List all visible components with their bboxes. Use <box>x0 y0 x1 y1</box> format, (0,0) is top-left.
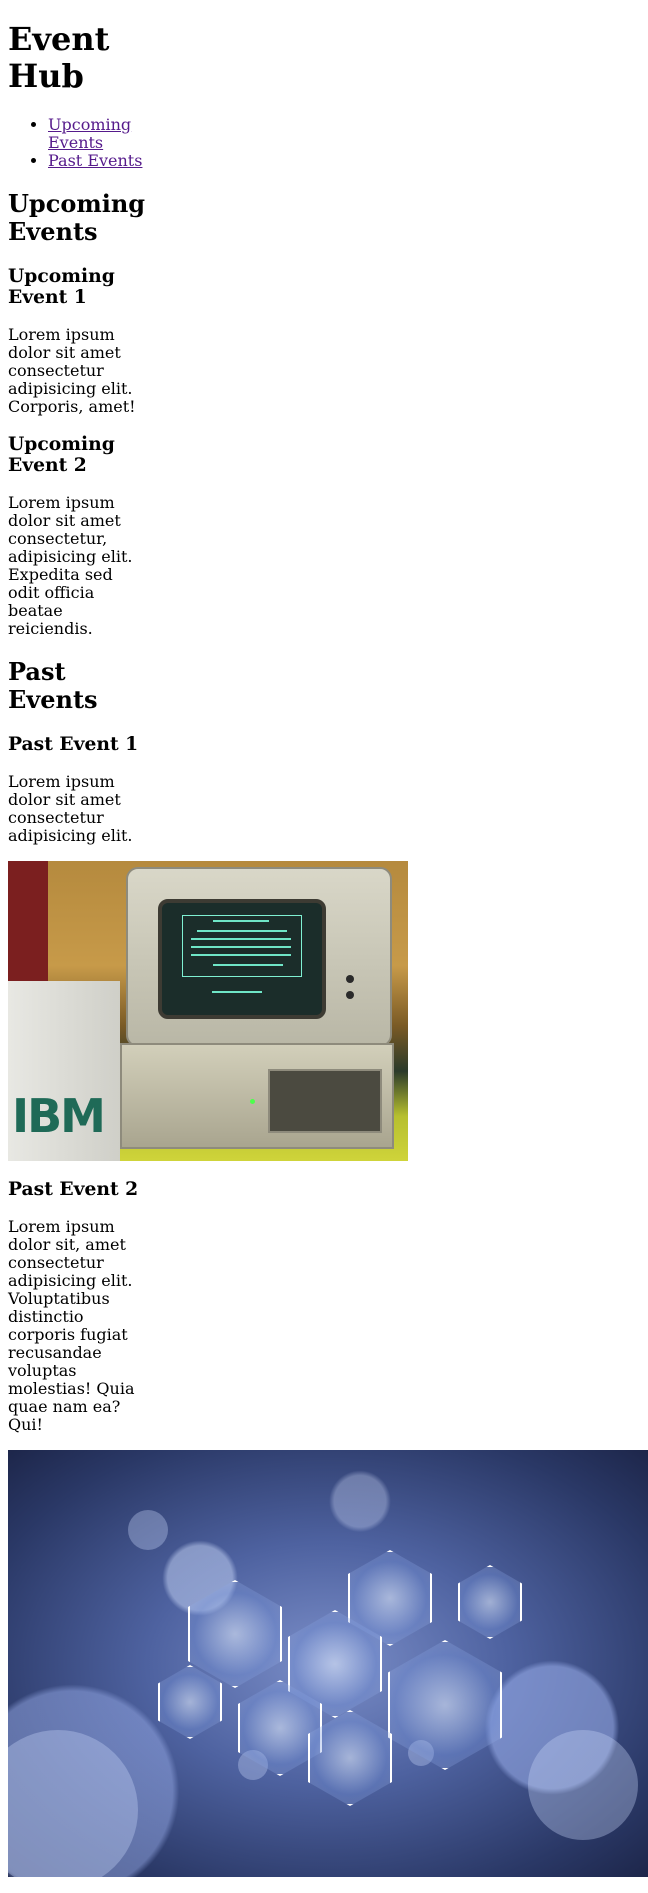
screen-line <box>197 930 287 932</box>
past-event-1-image: IBM <box>8 861 408 1161</box>
event-description: Lorem ipsum dolor sit, amet consectetur … <box>8 1217 135 1434</box>
hexagon-shape <box>388 1640 502 1770</box>
upcoming-event-card: Upcoming Event 2 Lorem ipsum dolor sit a… <box>8 434 144 638</box>
bokeh-bubble <box>8 1730 138 1877</box>
site-title: Event Hub <box>8 20 110 95</box>
hexagon-shape <box>188 1580 282 1688</box>
event-title: Past Event 1 <box>8 733 139 755</box>
event-title: Upcoming Event 1 <box>8 265 115 308</box>
upcoming-events-section: Upcoming Events Upcoming Event 1 Lorem i… <box>8 189 146 638</box>
ibm-logo: IBM <box>12 1089 106 1143</box>
floppy-drive <box>268 1069 382 1133</box>
nav-item-upcoming: Upcoming Events <box>48 116 144 152</box>
screen-line <box>213 920 269 922</box>
nav-link-past-events[interactable]: Past Events <box>48 151 142 170</box>
past-events-section: Past Events Past Event 1 Lorem ipsum dol… <box>8 658 144 845</box>
nav-link-upcoming-events[interactable]: Upcoming Events <box>48 115 131 152</box>
power-led <box>250 1099 255 1104</box>
past-event-card: Past Event 1 Lorem ipsum dolor sit amet … <box>8 734 144 845</box>
upcoming-event-card: Upcoming Event 1 Lorem ipsum dolor sit a… <box>8 266 144 416</box>
screen-line <box>191 954 291 956</box>
content-column: Past Event 2 Lorem ipsum dolor sit, amet… <box>8 1179 144 1434</box>
screen-text-box <box>182 915 302 977</box>
screen-line <box>213 964 283 966</box>
main-nav: Upcoming Events Past Events <box>8 116 144 170</box>
computer-monitor <box>126 867 392 1047</box>
event-title: Upcoming Event 2 <box>8 433 115 476</box>
screen-line <box>191 938 291 940</box>
event-description: Lorem ipsum dolor sit amet consectetur a… <box>8 325 136 416</box>
image-wall <box>8 861 48 981</box>
monitor-knob <box>346 975 354 983</box>
event-description: Lorem ipsum dolor sit amet consectetur a… <box>8 772 133 845</box>
event-description: Lorem ipsum dolor sit amet consectetur, … <box>8 493 133 638</box>
event-title: Past Event 2 <box>8 1178 139 1200</box>
past-events-heading: Past Events <box>8 657 98 714</box>
monitor-knob <box>346 991 354 999</box>
upcoming-events-heading: Upcoming Events <box>8 189 146 246</box>
bokeh-bubble <box>128 1510 168 1550</box>
screen-line <box>191 946 291 948</box>
content-column: Event Hub Upcoming Events Past Events Up… <box>8 20 146 845</box>
hexagon-shape <box>158 1665 222 1739</box>
computer-base <box>120 1043 394 1149</box>
screen-line <box>212 991 262 993</box>
past-event-2-image <box>8 1450 648 1877</box>
computer-screen <box>158 899 326 1019</box>
hexagon-shape <box>458 1565 522 1639</box>
past-event-card: Past Event 2 Lorem ipsum dolor sit, amet… <box>8 1179 144 1434</box>
page: Event Hub Upcoming Events Past Events Up… <box>8 0 648 1893</box>
bokeh-bubble <box>528 1730 638 1840</box>
nav-item-past: Past Events <box>48 152 144 170</box>
